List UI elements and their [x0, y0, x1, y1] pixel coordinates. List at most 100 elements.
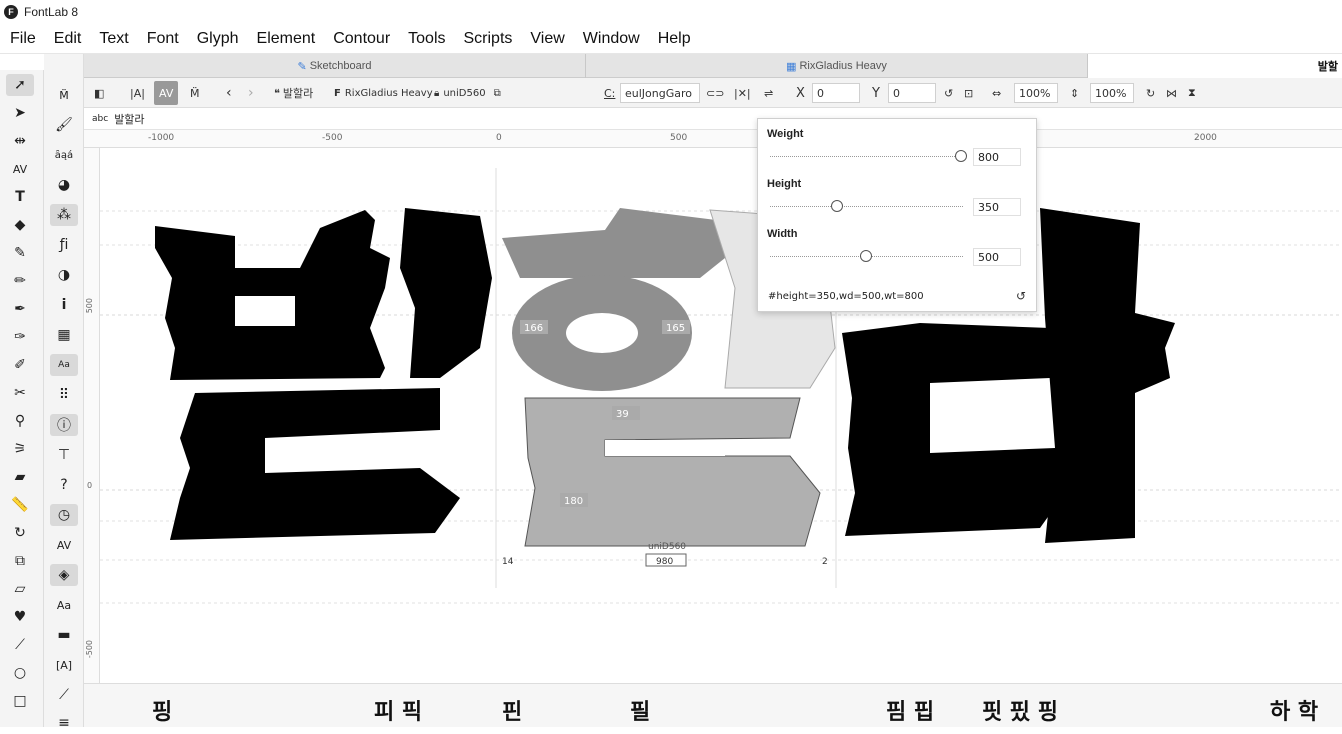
horizontal-ruler[interactable]: -1000 -500 0 500 2000: [84, 130, 1342, 148]
scale-x-field[interactable]: 100%: [1014, 81, 1058, 105]
eyedropper-tool-icon[interactable]: ⟋: [6, 634, 34, 656]
menu-glyph[interactable]: Glyph: [197, 30, 239, 48]
axis-height-knob[interactable]: [831, 200, 843, 212]
rotate-cw-icon[interactable]: ↻: [1146, 81, 1155, 105]
font-map-panel-icon[interactable]: Aa: [50, 354, 78, 376]
text-tool-icon[interactable]: T: [6, 186, 34, 208]
scale-tool-icon[interactable]: ⧉: [6, 550, 34, 572]
layers-panel-icon[interactable]: ◈: [50, 564, 78, 586]
list-panel-icon[interactable]: ≡: [50, 712, 78, 734]
sidebar-toggle-icon[interactable]: ◧: [94, 81, 104, 105]
menu-scripts[interactable]: Scripts: [464, 30, 513, 48]
help-panel-icon[interactable]: ?: [50, 474, 78, 496]
strip-glyph[interactable]: 핀: [502, 694, 522, 726]
prev-glyph-icon[interactable]: ‹: [226, 81, 232, 105]
tab-font[interactable]: ▦ RixGladius Heavy: [586, 54, 1088, 78]
paint-panel-icon[interactable]: 🖌: [50, 114, 78, 136]
glyph-panel-icon[interactable]: M̈: [50, 84, 78, 106]
rectangle-tool-icon[interactable]: □: [6, 690, 34, 712]
fill-tool-icon[interactable]: ▰: [6, 466, 34, 488]
menu-element[interactable]: Element: [257, 30, 316, 48]
features-panel-icon[interactable]: ƒi: [50, 234, 78, 256]
transform-icon[interactable]: ⇌: [764, 81, 773, 105]
center-icon[interactable]: ⊡: [964, 81, 973, 105]
eraser-tool-icon[interactable]: ◆: [6, 214, 34, 236]
history-panel-icon[interactable]: ◷: [50, 504, 78, 526]
scale-x-icon[interactable]: ⇔: [992, 81, 1001, 105]
pen-tool-icon[interactable]: ✒: [6, 298, 34, 320]
kerning-tool-icon[interactable]: AV: [6, 158, 34, 180]
axis-width-value[interactable]: 500: [973, 248, 1021, 266]
font-selector[interactable]: F RixGladius Heavy: [334, 81, 433, 105]
nodes-panel-icon[interactable]: ⟋: [50, 684, 78, 706]
text-input[interactable]: 발할라: [114, 111, 144, 127]
typography-panel-icon[interactable]: Aa: [50, 594, 78, 616]
menu-edit[interactable]: Edit: [54, 30, 82, 48]
color-panel-icon[interactable]: ◕: [50, 174, 78, 196]
text-frame-panel-icon[interactable]: [A]: [50, 654, 78, 676]
strip-glyph[interactable]: 필: [630, 694, 650, 726]
heart-tool-icon[interactable]: ♥: [6, 606, 34, 628]
glyph-strip[interactable]: 핑 피 픽 핀 필 핌 핍 핏 핐 핑 하 학: [84, 683, 1342, 727]
axis-width-knob[interactable]: [860, 250, 872, 262]
measure-panel-icon[interactable]: ▬: [50, 624, 78, 646]
grid-panel-icon[interactable]: ▦: [50, 324, 78, 346]
vertical-ruler[interactable]: 500 0 -500: [84, 148, 100, 683]
glyph-name-field[interactable]: 🔒︎ uniD560 ⧉: [434, 81, 501, 105]
reset-icon[interactable]: ↺: [1016, 289, 1026, 303]
menu-tools[interactable]: Tools: [408, 30, 445, 48]
glyph-canvas[interactable]: 166 165 39 180 uniD560 980 14 2: [100, 148, 1342, 683]
guides-panel-icon[interactable]: ⊤: [50, 444, 78, 466]
rapid-tool-icon[interactable]: ✑: [6, 326, 34, 348]
knife-tool-icon[interactable]: ✂: [6, 382, 34, 404]
info-panel-icon[interactable]: i: [50, 294, 78, 316]
menu-contour[interactable]: Contour: [333, 30, 390, 48]
ruler-tool-icon[interactable]: 📏: [6, 494, 34, 516]
axis-height-value[interactable]: 350: [973, 198, 1021, 216]
pencil-tool-icon[interactable]: ✏: [6, 270, 34, 292]
contrast-panel-icon[interactable]: ◑: [50, 264, 78, 286]
flip-icon[interactable]: |✕|: [734, 81, 751, 105]
strip-glyph[interactable]: 핑: [152, 694, 172, 726]
elements-panel-icon[interactable]: ⁂: [50, 204, 78, 226]
menu-window[interactable]: Window: [583, 30, 640, 48]
strip-glyph[interactable]: 피 픽: [374, 694, 422, 726]
kerning-panel-icon[interactable]: AV: [50, 534, 78, 556]
slant-tool-icon[interactable]: ▱: [6, 578, 34, 600]
brush-tool-icon[interactable]: ✎: [6, 242, 34, 264]
menu-file[interactable]: File: [10, 30, 36, 48]
axis-weight-value[interactable]: 800: [973, 148, 1021, 166]
menu-font[interactable]: Font: [147, 30, 179, 48]
info-box-panel-icon[interactable]: ⓘ: [50, 414, 78, 436]
element-selection-tool-icon[interactable]: ➤: [6, 102, 34, 124]
rotate-tool-icon[interactable]: ↻: [6, 522, 34, 544]
hourglass-icon[interactable]: ⧗: [1188, 81, 1196, 105]
fountain-pen-icon[interactable]: ✐: [6, 354, 34, 376]
strip-glyph[interactable]: 핌 핍: [886, 694, 934, 726]
y-field[interactable]: 0: [888, 81, 936, 105]
metrics-tool-icon[interactable]: ⇹: [6, 130, 34, 152]
contour-selection-tool-icon[interactable]: ➚: [6, 74, 34, 96]
strip-glyph[interactable]: 핏 핐 핑: [982, 694, 1058, 726]
guide-tool-icon[interactable]: ⚞: [6, 438, 34, 460]
harmonize-tool-icon[interactable]: ⚲: [6, 410, 34, 432]
next-glyph-icon[interactable]: ›: [248, 81, 254, 105]
mirror-icon[interactable]: ⋈: [1166, 81, 1177, 105]
strip-glyph[interactable]: 하 학: [1270, 694, 1318, 726]
class-field[interactable]: eulJongGaro: [620, 81, 700, 105]
menu-help[interactable]: Help: [658, 30, 691, 48]
axis-weight-slider[interactable]: [770, 156, 963, 157]
menu-text[interactable]: Text: [99, 30, 128, 48]
scale-y-field[interactable]: 100%: [1090, 81, 1134, 105]
glyph-bal[interactable]: [155, 208, 492, 540]
link-icon[interactable]: ⊂⊃: [706, 81, 724, 105]
scale-y-icon[interactable]: ⇕: [1070, 81, 1079, 105]
accents-panel-icon[interactable]: ȃąá: [50, 144, 78, 166]
glyphs-grid-panel-icon[interactable]: ⠿: [50, 384, 78, 406]
menu-view[interactable]: View: [530, 30, 564, 48]
tab-sketchboard[interactable]: ✎ Sketchboard: [84, 54, 586, 78]
text-mode-icon[interactable]: |A|: [130, 81, 145, 105]
ellipse-tool-icon[interactable]: ○: [6, 662, 34, 684]
text-string[interactable]: ❝ 발할라: [274, 81, 313, 105]
x-field[interactable]: 0: [812, 81, 860, 105]
